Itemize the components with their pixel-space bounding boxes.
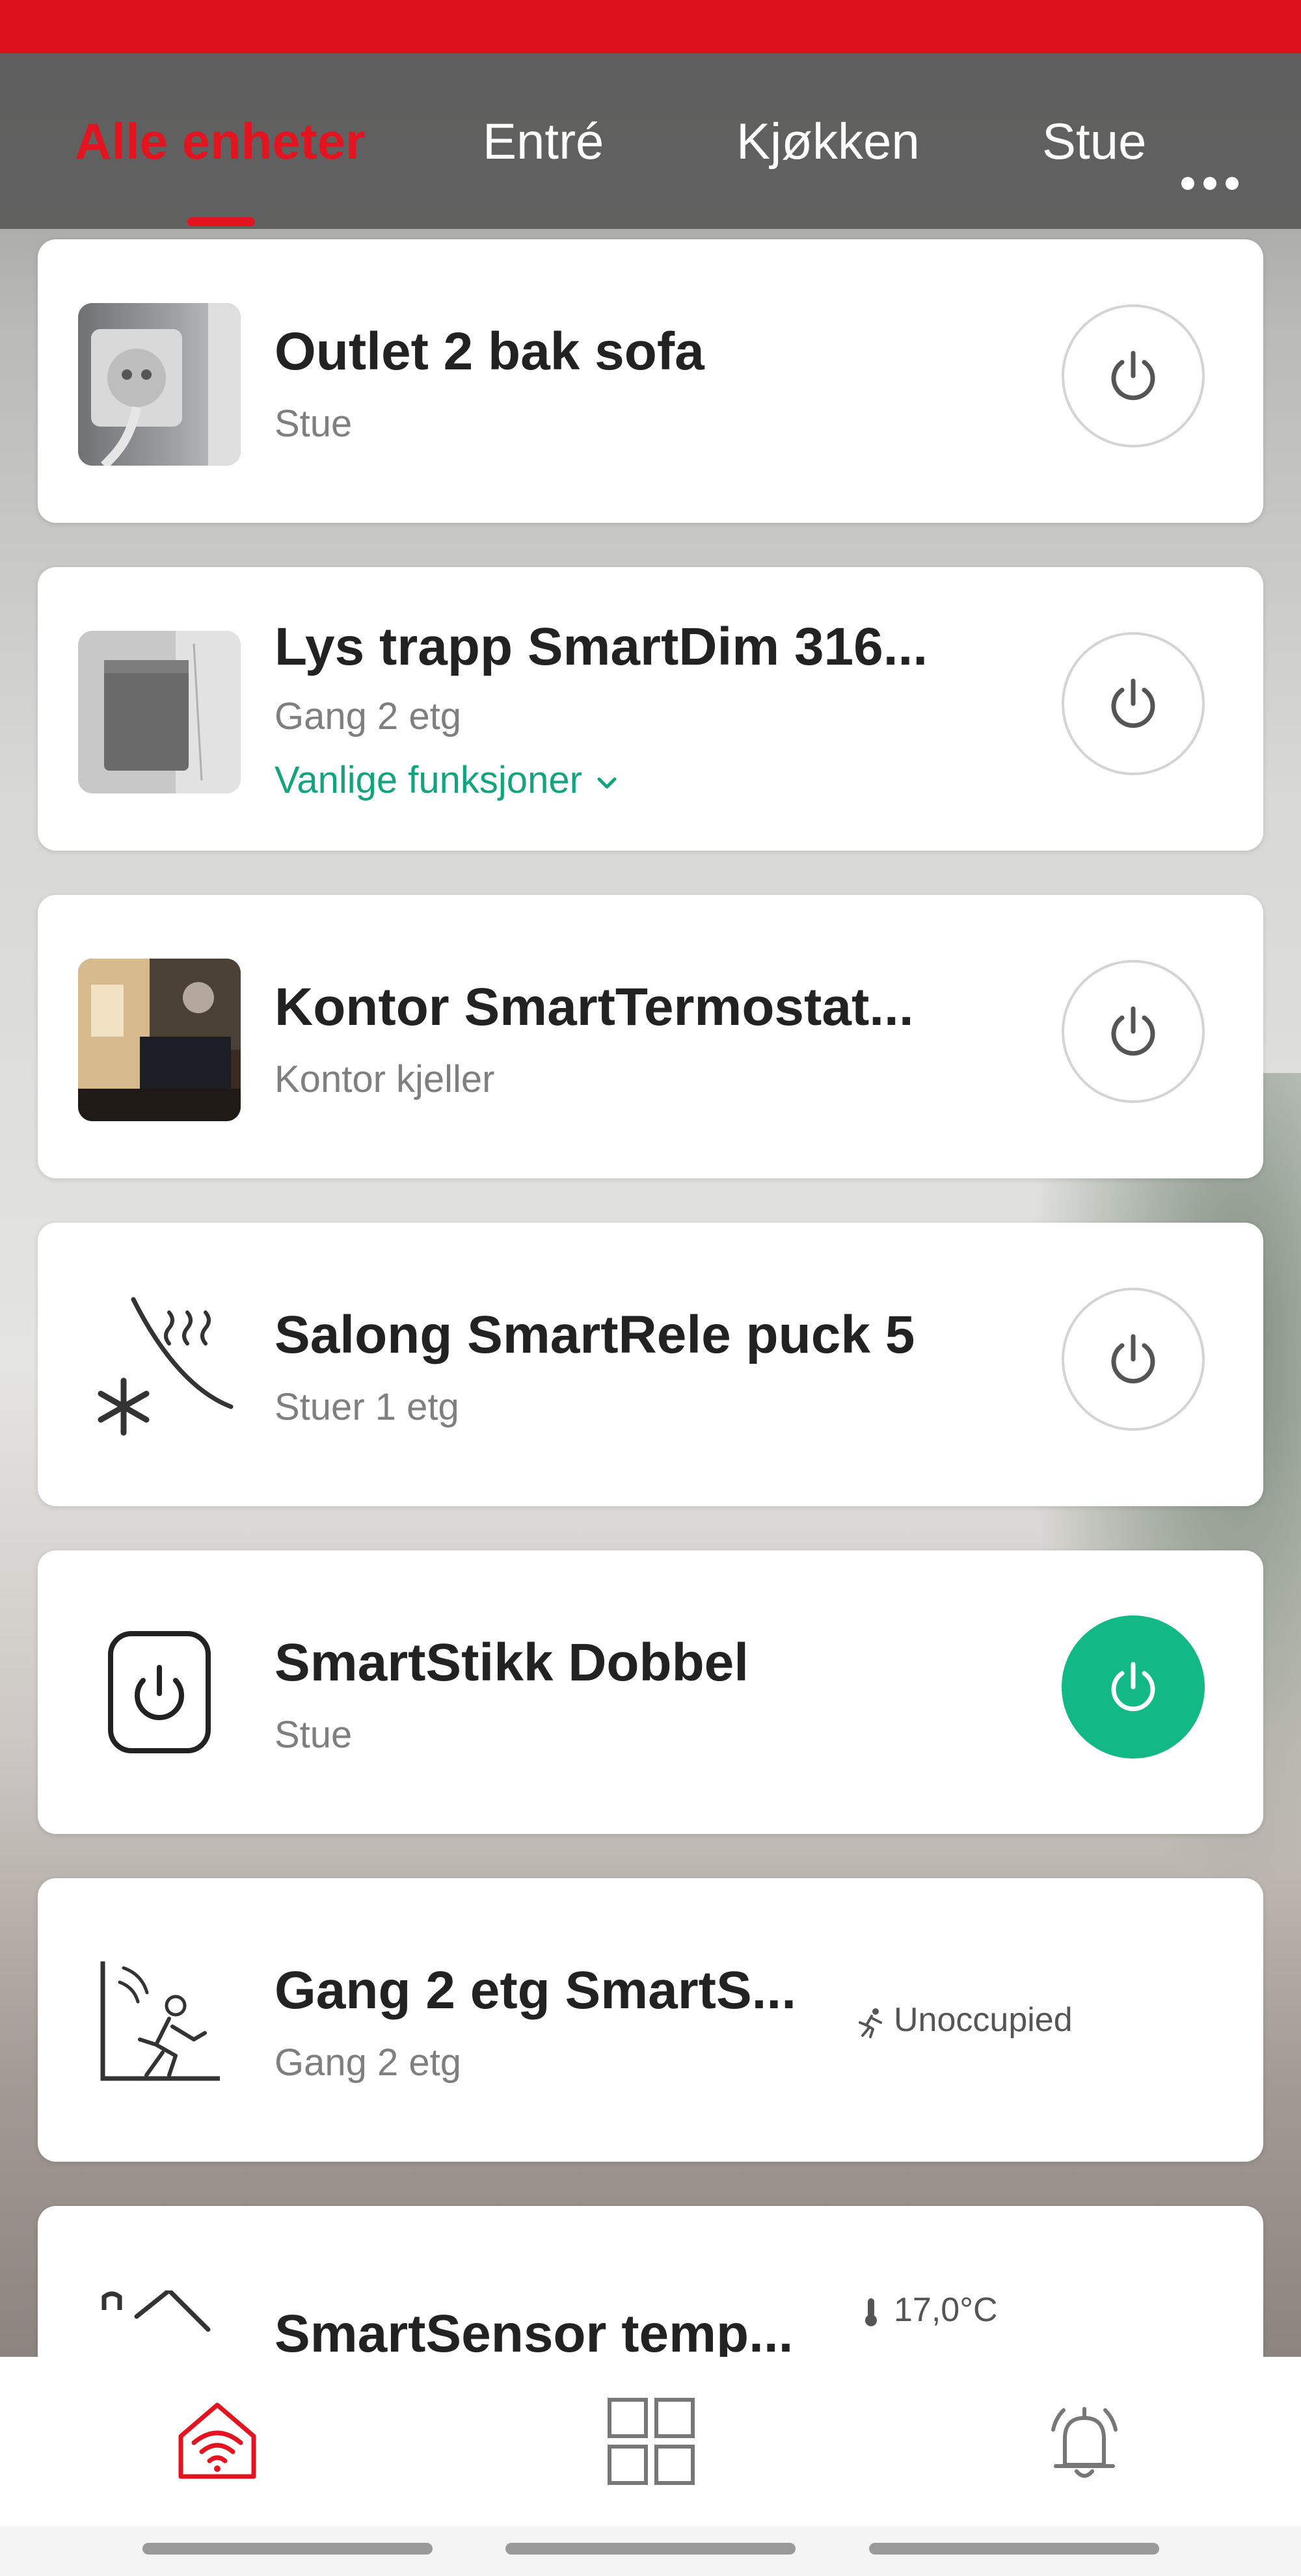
power-button[interactable] <box>1062 1615 1205 1759</box>
device-room: Stue <box>275 1714 353 1756</box>
common-functions-label: Vanlige funksjoner <box>275 759 582 801</box>
running-person-icon <box>859 2008 882 2039</box>
power-icon <box>1111 1006 1155 1056</box>
device-card[interactable]: SmartStikk Dobbel Stue <box>38 1550 1263 1834</box>
occupancy-status-text: Unoccupied <box>894 2001 1073 2039</box>
device-room: Stue <box>275 403 353 445</box>
tab-stue[interactable]: Stue <box>1042 112 1145 171</box>
tab-strip: Alle enheter Entré Kjøkken Stue <box>0 53 1145 229</box>
power-icon <box>1111 351 1155 401</box>
power-icon <box>1111 1334 1155 1384</box>
device-card[interactable]: Kontor SmartTermostat... Kontor kjeller <box>38 895 1263 1178</box>
occupancy-status: Unoccupied <box>855 2000 1073 2039</box>
motion-sensor-icon <box>78 1942 241 2105</box>
room-tab-bar: Alle enheter Entré Kjøkken Stue <box>0 53 1301 229</box>
common-functions-link[interactable]: Vanlige funksjoner <box>275 758 621 802</box>
nav-alarm-button[interactable] <box>867 2357 1301 2526</box>
device-title: SmartStikk Dobbel <box>275 1633 749 1692</box>
device-card[interactable]: Salong SmartRele puck 5 Stuer 1 etg <box>38 1223 1263 1506</box>
tab-kjokken[interactable]: Kjøkken <box>736 112 920 171</box>
outlet-photo-icon <box>78 303 241 466</box>
device-title: Lys trapp SmartDim 316... <box>275 617 928 676</box>
power-icon <box>1111 678 1155 728</box>
system-nav-handle[interactable] <box>869 2543 1159 2555</box>
system-nav-handle[interactable] <box>505 2543 796 2555</box>
power-button[interactable] <box>1062 304 1205 447</box>
bell-icon <box>1051 2407 1118 2478</box>
system-navigation-bar <box>0 2526 1301 2576</box>
power-button[interactable] <box>1062 632 1205 775</box>
device-room: Stuer 1 etg <box>275 1386 459 1428</box>
status-bar <box>0 0 1301 53</box>
device-title: Salong SmartRele puck 5 <box>275 1305 915 1364</box>
grid-icon <box>607 2398 695 2485</box>
device-title: Kontor SmartTermostat... <box>275 977 914 1037</box>
office-photo-icon <box>78 959 241 1121</box>
power-button[interactable] <box>1062 1288 1205 1431</box>
system-nav-handle[interactable] <box>142 2543 433 2555</box>
device-title: Outlet 2 bak sofa <box>275 322 704 381</box>
temperature-value: 17,0°C <box>894 2291 998 2329</box>
tab-entre[interactable]: Entré <box>483 112 604 171</box>
background-plant <box>989 1073 1301 1984</box>
device-title: SmartSensor temp... <box>275 2304 794 2363</box>
more-dot-icon <box>1226 177 1239 190</box>
device-room: Gang 2 etg <box>275 695 461 737</box>
more-dot-icon <box>1181 177 1194 190</box>
device-room: Kontor kjeller <box>275 1058 495 1100</box>
power-icon <box>1111 1662 1155 1712</box>
more-tabs-button[interactable] <box>1171 157 1249 209</box>
power-button[interactable] <box>1062 960 1205 1103</box>
device-card[interactable]: Gang 2 etg SmartS... Gang 2 etg Unoccupi… <box>38 1878 1263 2162</box>
heat-cool-icon <box>78 1286 241 1449</box>
device-card[interactable]: Outlet 2 bak sofa Stue <box>38 239 1263 523</box>
nav-dashboard-button[interactable] <box>434 2357 868 2526</box>
thermometer-icon <box>865 2298 877 2327</box>
chevron-down-icon <box>597 777 617 789</box>
more-dot-icon <box>1203 177 1216 190</box>
temperature-reading: 17,0°C <box>855 2291 998 2330</box>
active-tab-indicator <box>187 217 255 226</box>
tab-alle-enheter[interactable]: Alle enheter <box>75 112 365 171</box>
home-wifi-icon <box>178 2402 256 2479</box>
device-card[interactable]: Lys trapp SmartDim 316... Gang 2 etg Van… <box>38 567 1263 851</box>
device-title: Gang 2 etg SmartS... <box>275 1961 796 2020</box>
bottom-navigation <box>0 2357 1301 2526</box>
dimmer-photo-icon <box>78 631 241 793</box>
plug-icon <box>78 1614 241 1777</box>
nav-home-button[interactable] <box>0 2357 434 2526</box>
device-room: Gang 2 etg <box>275 2041 461 2084</box>
